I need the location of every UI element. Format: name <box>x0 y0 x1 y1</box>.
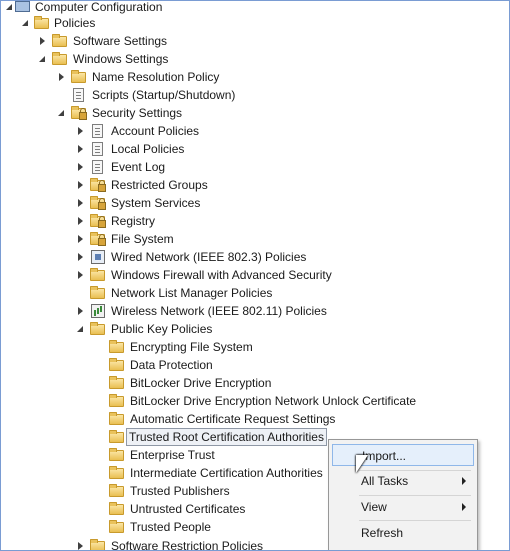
tree-item-label: Windows Settings <box>73 52 169 66</box>
tree-item-label: File System <box>111 232 174 246</box>
folder-icon <box>109 357 125 373</box>
tree-item-label: Name Resolution Policy <box>92 70 220 84</box>
collapsed-arrow-icon[interactable] <box>38 32 48 50</box>
collapsed-arrow-icon[interactable] <box>76 176 86 194</box>
wired-network-icon <box>90 249 106 265</box>
folder-icon <box>109 483 125 499</box>
tree-item-label: Software Restriction Policies <box>111 539 264 551</box>
folder-icon <box>109 429 125 445</box>
script-icon <box>71 87 87 103</box>
policy-document-icon <box>90 141 106 157</box>
expanded-arrow-icon[interactable] <box>38 50 48 68</box>
expanded-arrow-icon[interactable] <box>76 320 86 338</box>
folder-icon <box>90 538 106 550</box>
folder-icon <box>52 33 68 49</box>
collapsed-arrow-icon[interactable] <box>76 140 86 158</box>
submenu-arrow-icon <box>462 477 466 485</box>
tree-item-label: Wired Network (IEEE 802.3) Policies <box>111 250 307 264</box>
menu-item-label: All Tasks <box>361 474 409 488</box>
locked-folder-icon <box>90 231 106 247</box>
tree-item-label: Public Key Policies <box>111 322 213 336</box>
folder-icon <box>34 15 50 31</box>
tree-item-label: Local Policies <box>111 142 185 156</box>
tree-item-label: Trusted Publishers <box>130 484 230 498</box>
menu-item-view[interactable]: View <box>332 496 474 518</box>
tree-item-label: System Services <box>111 196 201 210</box>
folder-icon <box>109 393 125 409</box>
tree-item-label: Wireless Network (IEEE 802.11) Policies <box>111 304 327 318</box>
tree-item-label: Untrusted Certificates <box>130 502 246 516</box>
tree-item-label: BitLocker Drive Encryption Network Unloc… <box>130 394 417 408</box>
locked-folder-icon <box>90 195 106 211</box>
tree-item-label: Registry <box>111 214 156 228</box>
collapsed-arrow-icon[interactable] <box>76 248 86 266</box>
context-menu: Import... All Tasks View Refresh <box>328 439 478 550</box>
tree-item-label: Security Settings <box>92 106 183 120</box>
menu-item-label: Refresh <box>361 526 404 540</box>
menu-item-label: Import... <box>362 449 407 463</box>
tree-item-label: Intermediate Certification Authorities <box>130 466 323 480</box>
event-log-icon <box>90 159 106 175</box>
folder-icon <box>109 411 125 427</box>
tree-item-label: Account Policies <box>111 124 200 138</box>
folder-icon <box>109 339 125 355</box>
expanded-arrow-icon[interactable] <box>5 1 15 16</box>
tree-item-label: Policies <box>54 16 96 30</box>
folder-icon <box>109 519 125 535</box>
folder-icon <box>109 465 125 481</box>
collapsed-arrow-icon[interactable] <box>57 68 67 86</box>
tree-item-label: Encrypting File System <box>130 340 253 354</box>
collapsed-arrow-icon[interactable] <box>76 537 86 550</box>
menu-item-refresh[interactable]: Refresh <box>332 522 474 544</box>
tree-item-label: Automatic Certificate Request Settings <box>130 412 336 426</box>
tree-item-label: Windows Firewall with Advanced Security <box>111 268 332 282</box>
collapsed-arrow-icon[interactable] <box>76 266 86 284</box>
folder-icon <box>90 285 106 301</box>
tree-item-label: Event Log <box>111 160 166 174</box>
collapsed-arrow-icon[interactable] <box>76 158 86 176</box>
folder-icon <box>71 69 87 85</box>
tree-item-label: Scripts (Startup/Shutdown) <box>92 88 236 102</box>
folder-icon <box>109 375 125 391</box>
console-tree-window: Computer Configuration Policies Software… <box>0 0 510 551</box>
wireless-network-icon <box>90 303 106 319</box>
menu-item-import[interactable]: Import... <box>332 444 474 466</box>
folder-icon <box>52 51 68 67</box>
tree-item-label: Data Protection <box>130 358 213 372</box>
collapsed-arrow-icon[interactable] <box>76 212 86 230</box>
collapsed-arrow-icon[interactable] <box>76 122 86 140</box>
folder-icon <box>90 267 106 283</box>
locked-folder-icon <box>71 105 87 121</box>
collapsed-arrow-icon[interactable] <box>76 194 86 212</box>
tree-item-label: Trusted People <box>130 520 211 534</box>
policy-document-icon <box>90 123 106 139</box>
locked-folder-icon <box>90 213 106 229</box>
folder-icon <box>109 447 125 463</box>
submenu-arrow-icon <box>462 503 466 511</box>
tree-item-label: Enterprise Trust <box>130 448 215 462</box>
folder-icon <box>90 321 106 337</box>
expanded-arrow-icon[interactable] <box>57 104 67 122</box>
tree-item-label-selected: Trusted Root Certification Authorities <box>126 428 327 446</box>
computer-icon <box>15 1 31 15</box>
collapsed-arrow-icon[interactable] <box>76 230 86 248</box>
tree-item-label: Restricted Groups <box>111 178 208 192</box>
menu-item-all-tasks[interactable]: All Tasks <box>332 470 474 492</box>
menu-separator <box>359 520 471 521</box>
folder-icon <box>109 501 125 517</box>
tree-item-label: BitLocker Drive Encryption <box>130 376 272 390</box>
tree-item-label: Software Settings <box>73 34 168 48</box>
expanded-arrow-icon[interactable] <box>21 14 31 32</box>
locked-folder-icon <box>90 177 106 193</box>
collapsed-arrow-icon[interactable] <box>76 302 86 320</box>
tree-item-label: Network List Manager Policies <box>111 286 273 300</box>
menu-item-label: View <box>361 500 387 514</box>
